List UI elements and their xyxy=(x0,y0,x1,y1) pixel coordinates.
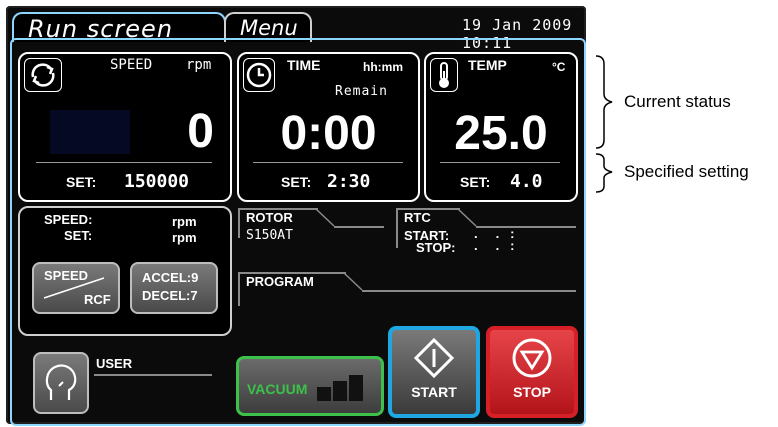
rtc-stop-label: STOP: xyxy=(416,240,456,255)
accel-decel-button[interactable]: ACCEL:9 DECEL:7 xyxy=(130,262,218,314)
clock-icon xyxy=(243,58,275,92)
speed-rcf-bottom-label: RCF xyxy=(84,292,111,307)
rotor-value: S150AT xyxy=(246,228,293,243)
thermometer-icon xyxy=(430,58,458,92)
time-set-value: 2:30 xyxy=(327,171,371,192)
tab-menu-label: Menu xyxy=(240,16,298,40)
speed-panel: SPEED rpm 0 SET: 150000 xyxy=(18,52,232,202)
rtc-label: RTC xyxy=(404,210,431,225)
start-label: START xyxy=(411,384,457,400)
user-button[interactable] xyxy=(33,352,89,414)
speed-settings-panel: SPEED: rpm SET: rpm SPEED RCF ACCEL:9 DE… xyxy=(18,206,232,336)
user-underline xyxy=(94,374,212,376)
current-speed-label: SPEED: xyxy=(44,212,93,227)
temp-panel: TEMP °C 25.0 SET: 4.0 xyxy=(424,52,578,202)
annotation-current-status: Current status xyxy=(624,92,731,111)
speed-label: SPEED xyxy=(110,57,153,73)
user-head-icon xyxy=(45,364,77,400)
time-panel: TIME hh:mm Remain 0:00 SET: 2:30 xyxy=(237,52,420,202)
vacuum-button[interactable]: VACUUM xyxy=(236,356,384,416)
time-label: TIME xyxy=(287,57,321,73)
speed-unit: rpm xyxy=(186,57,212,73)
time-remain-label: Remain xyxy=(335,84,388,99)
temp-set-value: 4.0 xyxy=(510,171,543,192)
section-border xyxy=(334,226,384,228)
annotation-brace xyxy=(595,55,613,193)
time-unit: hh:mm xyxy=(363,60,403,74)
stop-icon xyxy=(512,338,552,378)
speed-set-label: SET: xyxy=(66,174,97,190)
section-border xyxy=(362,290,576,292)
divider xyxy=(36,162,212,163)
start-button[interactable]: START xyxy=(388,326,480,418)
vacuum-label: VACUUM xyxy=(247,381,308,397)
section-border xyxy=(396,208,398,248)
speed-rcf-button[interactable]: SPEED RCF xyxy=(32,262,120,314)
speed-value: 0 xyxy=(187,105,214,158)
program-label: PROGRAM xyxy=(246,274,314,289)
vacuum-level-bar xyxy=(333,381,347,401)
time-value: 0:00 xyxy=(280,107,377,160)
rtc-stop-value: . . : xyxy=(474,238,515,253)
title-bar: Run screen Menu 19 Jan 2009 10:11 xyxy=(6,6,586,52)
rtc-section: RTC START: . . : STOP: . . : xyxy=(396,208,576,255)
program-section: PROGRAM xyxy=(238,272,576,306)
set-speed-label: SET: xyxy=(64,228,93,243)
temp-set-label: SET: xyxy=(460,174,491,190)
stop-label: STOP xyxy=(513,384,551,400)
user-label: USER xyxy=(96,356,133,371)
set-speed-unit: rpm xyxy=(172,230,197,245)
section-border xyxy=(238,272,240,306)
divider xyxy=(440,162,560,163)
stop-button[interactable]: STOP xyxy=(486,326,578,418)
temp-label: TEMP xyxy=(468,57,507,73)
vacuum-level-bar xyxy=(349,375,363,401)
accel-label: ACCEL:9 xyxy=(142,270,199,285)
rotor-label: ROTOR xyxy=(246,210,293,225)
rotation-icon xyxy=(24,58,62,92)
annotation-specified-setting: Specified setting xyxy=(624,162,749,181)
speed-ghost-digits xyxy=(50,110,130,154)
time-set-label: SET: xyxy=(281,174,312,190)
current-speed-unit: rpm xyxy=(172,214,197,229)
section-border xyxy=(238,208,240,238)
start-icon xyxy=(413,337,455,379)
vacuum-level-bar xyxy=(317,387,331,401)
temp-value: 25.0 xyxy=(454,107,548,160)
decel-label: DECEL:7 xyxy=(142,288,198,303)
temp-unit: °C xyxy=(552,60,566,74)
rotor-section: ROTOR S150AT xyxy=(238,208,384,243)
divider xyxy=(253,162,403,163)
speed-set-value: 150000 xyxy=(124,171,190,192)
